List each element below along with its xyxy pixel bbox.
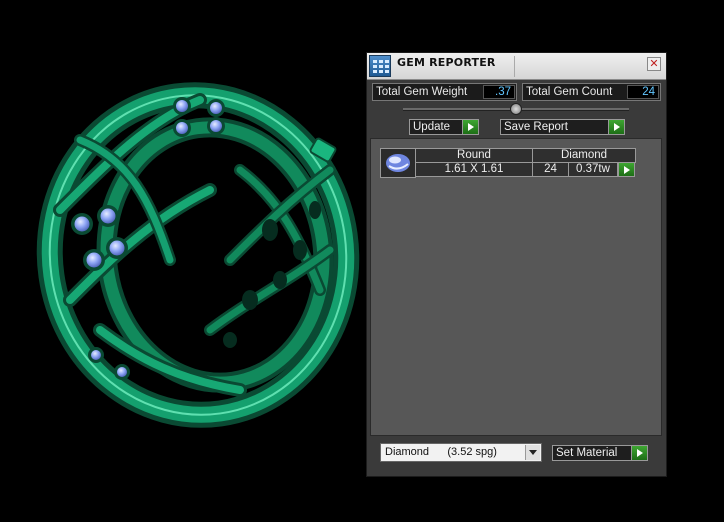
set-material-button[interactable]: Set Material bbox=[552, 445, 648, 461]
gem-weight: 0.37tw bbox=[568, 162, 618, 177]
play-arrow-icon bbox=[619, 163, 634, 176]
total-gem-weight-label: Total Gem Weight bbox=[376, 86, 468, 98]
set-material-button-label: Set Material bbox=[556, 447, 618, 459]
save-report-button-label: Save Report bbox=[504, 121, 568, 133]
total-gem-count-value: 24 bbox=[627, 85, 659, 99]
panel-title: GEM REPORTER bbox=[397, 56, 496, 69]
chevron-down-icon[interactable] bbox=[525, 445, 540, 460]
gem-material: Diamond bbox=[532, 148, 636, 163]
play-arrow-icon bbox=[631, 446, 647, 460]
title-divider bbox=[514, 56, 515, 77]
title-bar[interactable]: GEM REPORTER ✕ bbox=[367, 53, 666, 80]
gem-shape: Round bbox=[415, 148, 533, 163]
round-gem-icon bbox=[380, 148, 416, 178]
gem-size: 1.61 X 1.61 bbox=[415, 162, 533, 177]
gem-report-icon bbox=[369, 55, 391, 77]
material-select[interactable]: Diamond (3.52 spg) bbox=[380, 443, 542, 462]
total-gem-weight-value: .37 bbox=[483, 85, 515, 99]
total-gem-count: Total Gem Count 24 bbox=[522, 83, 661, 101]
gem-reporter-panel: GEM REPORTER ✕ Total Gem Weight .37 Tota… bbox=[366, 52, 667, 477]
save-report-button[interactable]: Save Report bbox=[500, 119, 625, 135]
total-gem-weight: Total Gem Weight .37 bbox=[372, 83, 517, 101]
close-icon[interactable]: ✕ bbox=[647, 57, 661, 71]
play-arrow-icon bbox=[608, 120, 624, 134]
play-arrow-icon bbox=[462, 120, 478, 134]
ring-model[interactable] bbox=[0, 0, 360, 522]
ring-band bbox=[36, 82, 360, 428]
gem-count: 24 bbox=[532, 162, 569, 177]
total-gem-count-label: Total Gem Count bbox=[526, 86, 613, 98]
update-button-label: Update bbox=[413, 121, 451, 133]
gem-row-action-button[interactable] bbox=[618, 162, 635, 177]
size-slider-handle[interactable] bbox=[510, 103, 522, 115]
material-select-value: Diamond (3.52 spg) bbox=[385, 446, 497, 458]
update-button[interactable]: Update bbox=[409, 119, 479, 135]
gem-report-list[interactable]: Round Diamond 1.61 X 1.61 24 0.37tw bbox=[370, 138, 662, 436]
